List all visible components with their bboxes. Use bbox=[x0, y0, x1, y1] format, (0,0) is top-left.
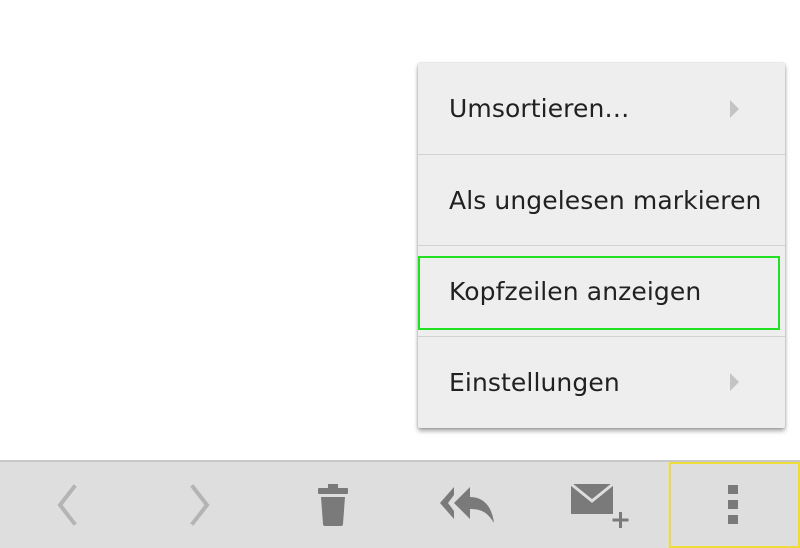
menu-item-label: Kopfzeilen anzeigen bbox=[449, 276, 702, 306]
reply-all-button[interactable] bbox=[400, 462, 533, 548]
next-button[interactable] bbox=[133, 462, 266, 548]
menu-item-label: Als ungelesen markieren bbox=[449, 185, 762, 215]
overflow-menu-button[interactable] bbox=[667, 462, 800, 548]
reply-all-icon bbox=[439, 487, 494, 523]
chevron-left-icon bbox=[57, 484, 77, 526]
overflow-menu: Umsortieren… Als ungelesen markieren Kop… bbox=[418, 63, 785, 428]
bottom-action-bar bbox=[0, 460, 800, 548]
screen: Umsortieren… Als ungelesen markieren Kop… bbox=[0, 0, 800, 548]
chevron-right-icon bbox=[190, 484, 210, 526]
compose-mail-icon bbox=[570, 482, 629, 528]
menu-item-show-headers[interactable]: Kopfzeilen anzeigen bbox=[418, 245, 785, 336]
compose-button[interactable] bbox=[533, 462, 666, 548]
menu-item-label: Einstellungen bbox=[449, 367, 620, 397]
more-vertical-icon bbox=[728, 485, 739, 524]
trash-icon bbox=[318, 484, 349, 526]
menu-item-settings[interactable]: Einstellungen bbox=[418, 336, 785, 427]
submenu-arrow-icon bbox=[730, 99, 739, 118]
previous-button[interactable] bbox=[0, 462, 133, 548]
menu-item-label: Umsortieren… bbox=[449, 94, 630, 123]
menu-item-umsortieren[interactable]: Umsortieren… bbox=[418, 63, 785, 154]
delete-button[interactable] bbox=[267, 462, 400, 548]
submenu-arrow-icon bbox=[730, 373, 739, 391]
menu-item-mark-unread[interactable]: Als ungelesen markieren bbox=[418, 154, 785, 245]
